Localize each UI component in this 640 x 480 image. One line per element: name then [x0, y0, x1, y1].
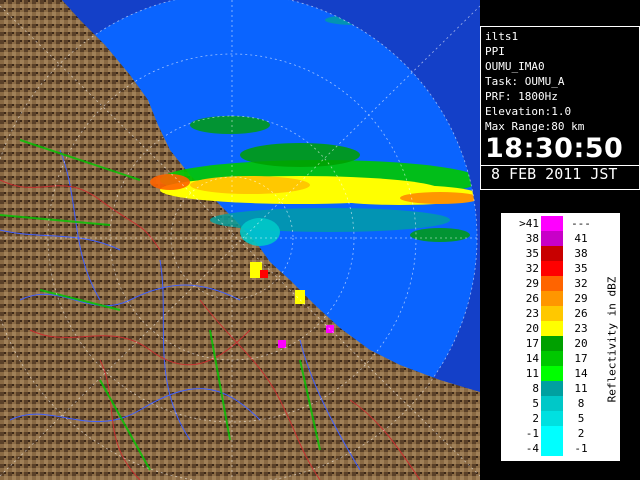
legend-color-swatch	[541, 366, 563, 381]
legend-unit-label: Reflectivity in dBZ	[597, 263, 621, 423]
legend-low-value: 35	[525, 247, 539, 260]
legend-low-value: 14	[525, 352, 539, 365]
legend-low-value: 5	[532, 397, 539, 410]
observation-time: 18:30:50	[485, 133, 624, 164]
legend-high-value: 5	[577, 412, 585, 425]
legend-high-value: -1	[574, 442, 588, 455]
legend-low-value: 17	[525, 337, 539, 350]
elevation-value: Elevation:1.0	[485, 105, 572, 118]
legend-high-value: 29	[574, 292, 588, 305]
legend-row: -1 2	[501, 426, 596, 441]
radar-map[interactable]	[0, 0, 480, 480]
radar-ppi-image	[0, 0, 480, 480]
legend-unit-text: Reflectivity in dBZ	[605, 276, 619, 403]
legend-row: 23 26	[501, 306, 596, 321]
legend-row: 8 11	[501, 381, 596, 396]
legend-color-swatch	[541, 411, 563, 426]
legend-high-value: 14	[574, 367, 588, 380]
legend-high-value: 8	[577, 397, 585, 410]
product-name: OUMU_IMA0	[485, 60, 545, 73]
legend-color-swatch	[541, 426, 563, 441]
legend-color-swatch	[541, 231, 563, 246]
legend-high-value: 20	[574, 337, 588, 350]
legend-row: 29 32	[501, 276, 596, 291]
legend-color-swatch	[541, 351, 563, 366]
max-range-value: Max Range:80 km	[485, 120, 585, 133]
radar-info-panel: ilts1 PPI OUMU_IMA0 Task: OUMU_A PRF: 18…	[480, 26, 640, 190]
legend-row: 32 35	[501, 261, 596, 276]
legend-row: >41 ---	[501, 216, 596, 231]
legend-low-value: -1	[525, 427, 539, 440]
legend-low-value: -4	[525, 442, 539, 455]
task-name: Task: OUMU_A	[485, 75, 565, 88]
observation-date: 8 FEB 2011 JST	[481, 165, 639, 182]
legend-row: 58	[501, 396, 596, 411]
legend-low-value: 29	[525, 277, 539, 290]
legend-high-value: 11	[574, 382, 588, 395]
legend-low-value: 32	[525, 262, 539, 275]
legend-low-value: 2	[532, 412, 539, 425]
legend-high-value: 17	[574, 352, 588, 365]
legend-low-value: >41	[519, 217, 539, 230]
radar-id: ilts1	[485, 30, 519, 43]
legend-color-swatch	[541, 246, 563, 261]
legend-high-value: 2	[577, 427, 585, 440]
legend-high-value: ---	[571, 217, 591, 230]
legend-color-swatch	[541, 321, 563, 336]
legend-row: 11 14	[501, 366, 596, 381]
legend-low-value: 20	[525, 322, 539, 335]
legend-low-value: 26	[525, 292, 539, 305]
legend-low-value: 11	[525, 367, 539, 380]
legend-row: 25	[501, 411, 596, 426]
legend-row: 35 38	[501, 246, 596, 261]
legend-color-swatch	[541, 396, 563, 411]
legend-high-value: 23	[574, 322, 588, 335]
legend-row: 20 23	[501, 321, 596, 336]
legend-color-swatch	[541, 381, 563, 396]
legend-row: 17 20	[501, 336, 596, 351]
legend-row: 38 41	[501, 231, 596, 246]
legend-color-swatch	[541, 291, 563, 306]
legend-row: 26 29	[501, 291, 596, 306]
legend-row: -4 -1	[501, 441, 596, 456]
reflectivity-legend: >41 --- 38 41 35 38 32 35 29 32 26 29 23 26 20 23 17 20 14…	[500, 212, 621, 462]
legend-low-value: 38	[525, 232, 539, 245]
legend-color-swatch	[541, 306, 563, 321]
legend-color-swatch	[541, 336, 563, 351]
legend-low-value: 8	[532, 382, 539, 395]
legend-color-swatch	[541, 276, 563, 291]
legend-row: 14 17	[501, 351, 596, 366]
legend-high-value: 38	[574, 247, 588, 260]
legend-color-swatch	[541, 261, 563, 276]
legend-high-value: 26	[574, 307, 588, 320]
legend-color-swatch	[541, 441, 563, 456]
legend-high-value: 41	[574, 232, 588, 245]
legend-color-swatch	[541, 216, 563, 231]
legend-high-value: 32	[574, 277, 588, 290]
scan-mode: PPI	[485, 45, 505, 58]
legend-high-value: 35	[574, 262, 588, 275]
legend-low-value: 23	[525, 307, 539, 320]
prf-value: PRF: 1800Hz	[485, 90, 558, 103]
